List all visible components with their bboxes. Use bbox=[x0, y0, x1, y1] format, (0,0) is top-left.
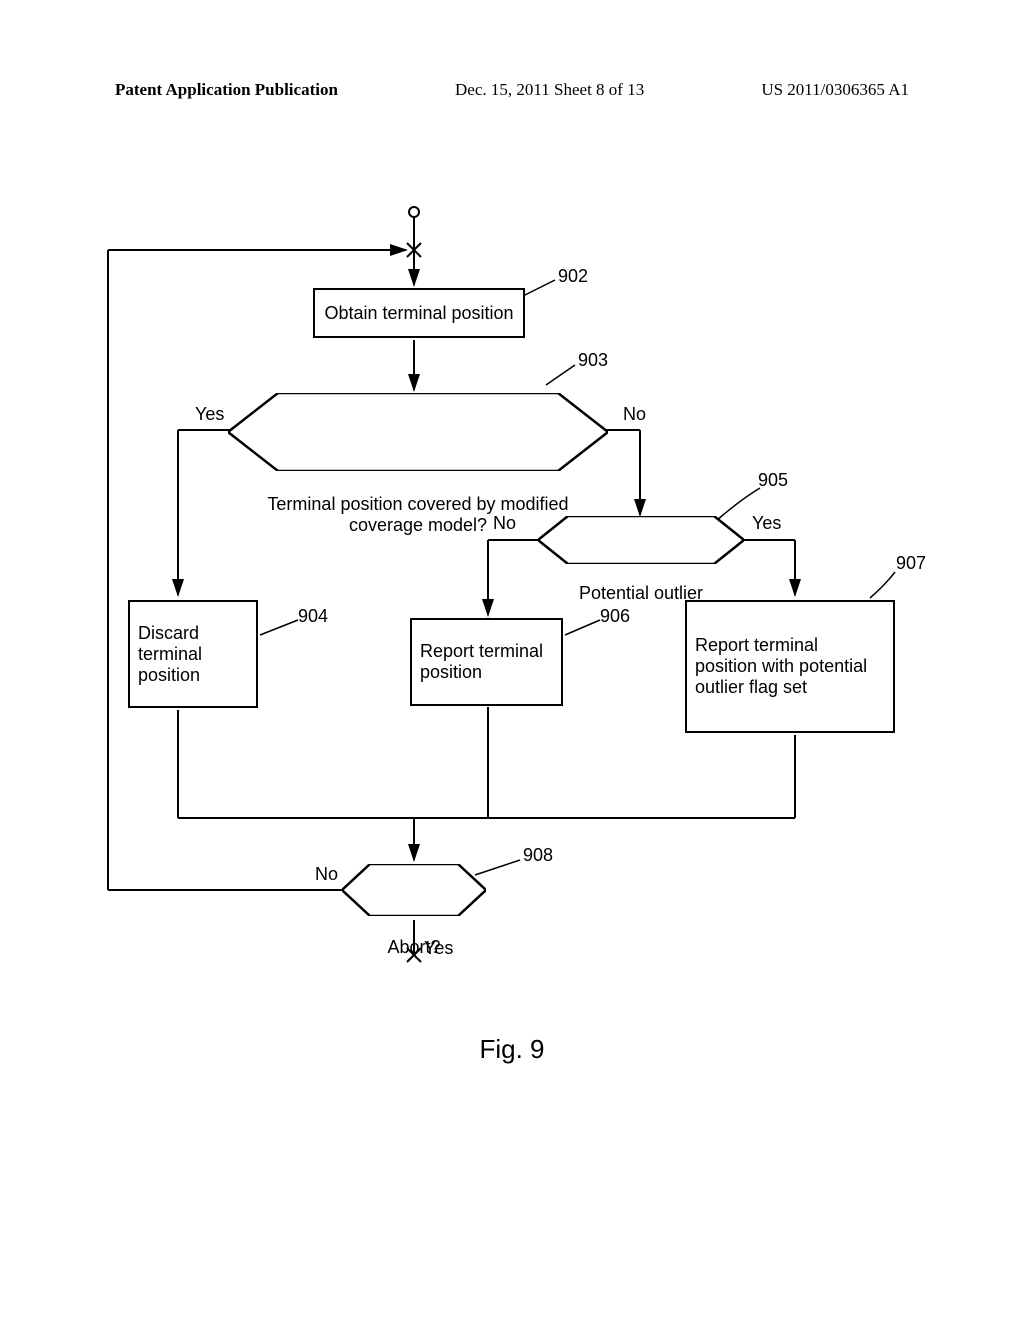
step-906-text: Report terminal position bbox=[420, 641, 553, 683]
label-903-yes: Yes bbox=[195, 404, 224, 425]
step-discard: Discard terminal position bbox=[128, 600, 258, 708]
step-903-text: Terminal position covered by modified co… bbox=[248, 494, 588, 536]
ref-908: 908 bbox=[523, 845, 553, 866]
ref-902: 902 bbox=[558, 266, 588, 287]
label-908-no: No bbox=[315, 864, 338, 885]
header-center: Dec. 15, 2011 Sheet 8 of 13 bbox=[455, 80, 644, 100]
header-left: Patent Application Publication bbox=[115, 80, 338, 100]
step-904-text: Discard terminal position bbox=[138, 623, 248, 686]
decision-covered: Terminal position covered by modified co… bbox=[228, 393, 608, 471]
ref-907: 907 bbox=[896, 553, 926, 574]
label-905-yes: Yes bbox=[752, 513, 781, 534]
step-908-text: Abort? bbox=[387, 937, 440, 958]
label-903-no: No bbox=[623, 404, 646, 425]
step-report: Report terminal position bbox=[410, 618, 563, 706]
ref-903: 903 bbox=[578, 350, 608, 371]
step-905-text: Potential outlier bbox=[579, 583, 703, 604]
start-terminal bbox=[408, 206, 420, 218]
step-902-text: Obtain terminal position bbox=[324, 303, 513, 324]
ref-905: 905 bbox=[758, 470, 788, 491]
figure-caption: Fig. 9 bbox=[0, 1034, 1024, 1065]
page-header: Patent Application Publication Dec. 15, … bbox=[0, 80, 1024, 100]
step-obtain-position: Obtain terminal position bbox=[313, 288, 525, 338]
header-right: US 2011/0306365 A1 bbox=[761, 80, 909, 100]
step-907-text: Report terminal position with potential … bbox=[695, 635, 885, 698]
flowchart: Obtain terminal position Terminal positi… bbox=[0, 180, 1024, 1180]
ref-904: 904 bbox=[298, 606, 328, 627]
step-report-outlier: Report terminal position with potential … bbox=[685, 600, 895, 733]
decision-abort: Abort? bbox=[342, 864, 486, 916]
